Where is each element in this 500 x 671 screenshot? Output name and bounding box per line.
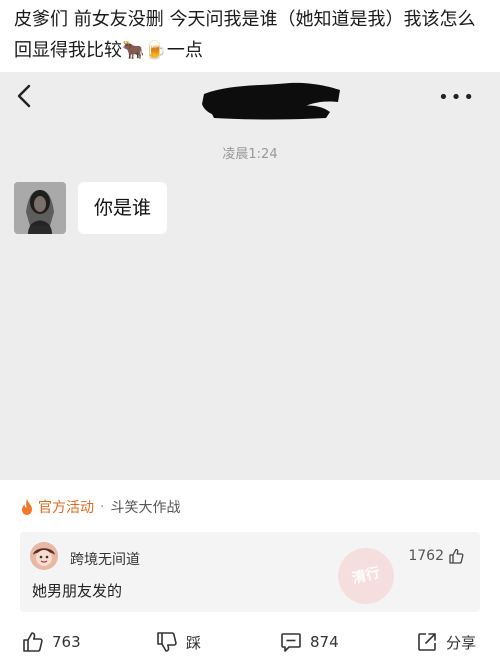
like-count: 763 (52, 633, 81, 651)
post-text: 皮爹们 前女友没删 今天问我是谁（她知道是我）我该怎么回显得我比较🐂🍺一点 (14, 9, 476, 61)
comment-like-count: 1762 (408, 548, 444, 564)
chat-header: ••• (0, 72, 500, 122)
comment-text: 她男朋友发的 (32, 582, 123, 600)
action-bar: 763 踩 874 分享 (0, 624, 500, 660)
like-button[interactable]: 763 (22, 624, 81, 660)
activity-title: 斗笑大作战 (110, 500, 181, 516)
chat-timestamp: 凌晨1:24 (222, 147, 278, 162)
watermark-stamp: 清行 (332, 542, 400, 610)
message-bubble: 你是谁 (78, 182, 168, 234)
commenter-name[interactable]: 跨境无间道 (70, 549, 140, 569)
person-photo-icon (14, 182, 66, 234)
thumbs-up-icon (23, 632, 43, 652)
activity-separator: · (100, 499, 105, 515)
comment-button[interactable]: 874 (280, 624, 339, 660)
thumbs-up-icon (449, 548, 464, 564)
contact-avatar[interactable] (14, 182, 66, 234)
more-dots-icon[interactable]: ••• (438, 89, 476, 107)
activity-tag[interactable]: 官方活动 · 斗笑大作战 (20, 492, 180, 522)
thumbs-down-icon (157, 632, 177, 652)
top-comment[interactable]: 跨境无间道 1762 她男朋友发的 清行 (20, 532, 480, 612)
comment-count: 874 (310, 633, 339, 651)
dislike-button[interactable]: 踩 (156, 624, 201, 660)
chat-screenshot: ••• 凌晨1:24 你是谁 (0, 72, 500, 480)
dislike-label: 踩 (186, 633, 202, 652)
fire-icon (22, 499, 32, 515)
comment-bubble-icon (281, 633, 301, 652)
share-label: 分享 (446, 633, 477, 652)
comment-like-button[interactable]: 1762 (408, 548, 464, 564)
share-icon (418, 633, 436, 651)
cartoon-face-icon (30, 542, 58, 570)
activity-label: 官方活动 (38, 500, 94, 516)
commenter-avatar[interactable] (30, 542, 58, 570)
back-arrow-icon[interactable] (14, 82, 36, 110)
share-button[interactable]: 分享 (416, 624, 476, 660)
redacted-contact-name (202, 82, 340, 120)
